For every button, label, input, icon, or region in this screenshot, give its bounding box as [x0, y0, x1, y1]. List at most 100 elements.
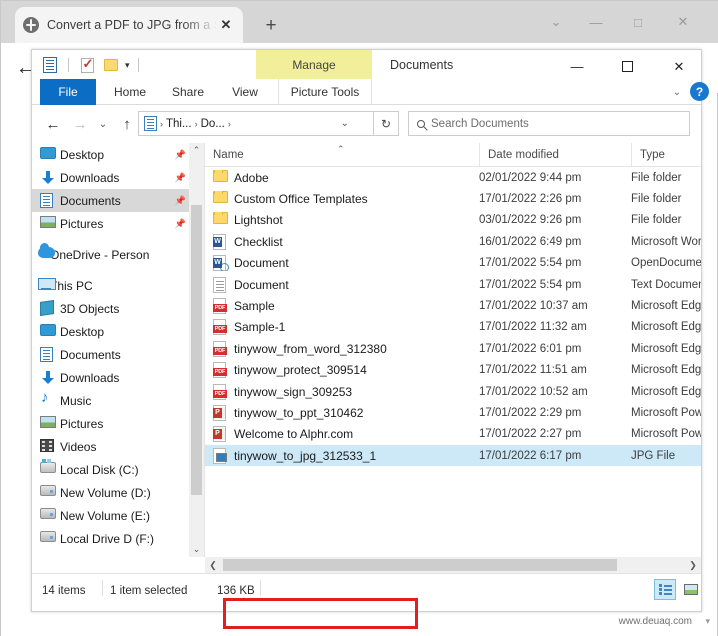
scrollbar-thumb[interactable] [191, 205, 202, 495]
up-button[interactable]: ↑ [116, 113, 138, 136]
sidebar-item-music[interactable]: Music [32, 389, 204, 412]
sidebar-item-this-pc[interactable]: This PC [32, 274, 204, 297]
tab-file[interactable]: File [40, 79, 96, 105]
table-row[interactable]: Welcome to Alphr.com 17/01/2022 2:27 pm Mi… [205, 424, 701, 445]
browser-tab-title: Convert a PDF to JPG from a Sma [47, 18, 217, 32]
checkmark-document-icon[interactable] [77, 55, 97, 75]
breadcrumb-item-0[interactable]: Thi... [166, 118, 192, 130]
column-header-name[interactable]: Name ⌃ [205, 143, 479, 167]
column-header-type[interactable]: Type [631, 143, 701, 167]
browser-tab[interactable]: Convert a PDF to JPG from a Sma ✕ [15, 7, 243, 43]
new-tab-button[interactable]: + [259, 13, 283, 37]
file-type-cell: Text Document [631, 278, 701, 291]
refresh-button[interactable]: ↻ [374, 111, 399, 136]
sidebar-item-documents[interactable]: Documents [32, 343, 204, 366]
large-icons-view-icon[interactable] [680, 579, 702, 600]
breadcrumb-item-1[interactable]: Do... [201, 118, 225, 130]
breadcrumb-separator-0: › [160, 118, 163, 129]
sidebar-item-videos[interactable]: Videos [32, 435, 204, 458]
chevron-down-icon[interactable]: ⌄ [341, 118, 349, 129]
table-row[interactable]: tinywow_to_ppt_310462 17/01/2022 2:29 pm M… [205, 402, 701, 423]
file-date-cell: 17/01/2022 11:32 am [479, 321, 587, 334]
scroll-down-icon[interactable]: ⌄ [189, 542, 204, 557]
file-name-label: Custom Office Templates [234, 192, 368, 207]
tab-share[interactable]: Share [162, 79, 214, 105]
table-row[interactable]: Sample-1 17/01/2022 11:32 am Microsoft Edg… [205, 317, 701, 338]
table-row[interactable]: Adobe 02/01/2022 9:44 pm File folder [205, 167, 701, 188]
sidebar-item-desktop[interactable]: Desktop 📌 [32, 143, 204, 166]
quick-access-toolbar: ▾ [40, 55, 143, 75]
table-row[interactable]: tinywow_protect_309514 17/01/2022 11:51 a… [205, 360, 701, 381]
pin-icon[interactable]: 📌 [175, 149, 186, 160]
contextual-tab-manage[interactable]: Manage [256, 50, 372, 79]
sidebar-item-desktop[interactable]: Desktop [32, 320, 204, 343]
table-row[interactable]: Sample 17/01/2022 10:37 am Microsoft Edge … [205, 295, 701, 316]
word-icon [213, 233, 228, 250]
maximize-button[interactable]: □ [621, 1, 655, 43]
table-row[interactable]: Lightshot 03/01/2022 9:26 pm File folder [205, 210, 701, 231]
breadcrumb[interactable]: › Thi... › Do... › ⌄ [138, 111, 374, 136]
sidebar-item-3d-objects[interactable]: 3D Objects [32, 297, 204, 320]
folder-icon [213, 169, 228, 186]
table-row[interactable]: tinywow_sign_309253 17/01/2022 10:52 am Mi… [205, 381, 701, 402]
back-button[interactable]: ← [42, 113, 64, 136]
document-properties-icon[interactable] [40, 55, 60, 75]
tab-picture-tools[interactable]: Picture Tools [278, 79, 372, 105]
file-date-cell: 17/01/2022 2:29 pm [479, 406, 582, 419]
sidebar-item-downloads[interactable]: Downloads 📌 [32, 166, 204, 189]
pin-icon[interactable]: 📌 [175, 218, 186, 229]
scroll-left-icon[interactable]: ❮ [205, 557, 221, 573]
table-row[interactable]: Document 17/01/2022 5:54 pm OpenDocument T [205, 253, 701, 274]
close-button[interactable]: ✕ [663, 1, 703, 43]
help-icon[interactable]: ? [690, 82, 709, 101]
horizontal-scrollbar[interactable]: ❮ ❯ [205, 557, 701, 573]
pdf-icon [213, 340, 228, 357]
chevron-down-icon[interactable]: ▾ [125, 60, 130, 71]
chevron-down-icon[interactable]: ⌄ [668, 83, 686, 101]
status-divider [102, 580, 103, 596]
file-date-cell: 17/01/2022 10:37 am [479, 300, 588, 313]
scroll-up-icon[interactable]: ⌃ [189, 143, 204, 158]
file-type-cell: Microsoft PowerP [631, 406, 701, 419]
pin-icon[interactable]: 📌 [175, 172, 186, 183]
sidebar-item-documents[interactable]: Documents 📌 [32, 189, 204, 212]
sidebar-item-local-drive-d-f[interactable]: Local Drive D (F:) [32, 527, 204, 550]
disk-icon [40, 507, 56, 524]
column-headers: Name ⌃ Date modified Type [205, 143, 701, 167]
new-folder-icon[interactable] [101, 55, 121, 75]
table-row[interactable]: Checklist 16/01/2022 6:49 pm Microsoft Wor… [205, 231, 701, 252]
sidebar-item-local-disk-c[interactable]: Local Disk (C:) [32, 458, 204, 481]
search-input[interactable]: Search Documents [408, 111, 690, 136]
recent-locations-icon[interactable]: ⌄ [94, 113, 112, 136]
chevron-down-icon[interactable]: ⌄ [539, 1, 573, 43]
details-view-icon[interactable] [654, 579, 676, 600]
tab-view[interactable]: View [220, 79, 270, 105]
sidebar-item-onedrive-person[interactable]: OneDrive - Person [32, 242, 204, 266]
horizontal-scrollbar-thumb[interactable] [223, 559, 617, 571]
minimize-button[interactable]: — [579, 1, 613, 43]
scroll-right-icon[interactable]: ❯ [685, 557, 701, 573]
column-header-date[interactable]: Date modified [479, 143, 631, 167]
tab-home[interactable]: Home [104, 79, 156, 105]
file-name-cell: tinywow_sign_309253 [205, 383, 479, 400]
sidebar-item-label: Desktop [60, 147, 105, 162]
sidebar-item-new-volume-d[interactable]: New Volume (D:) [32, 481, 204, 504]
table-row[interactable]: Custom Office Templates 17/01/2022 2:26 p… [205, 188, 701, 209]
sidebar-item-label: Documents [60, 193, 121, 208]
sidebar-item-downloads[interactable]: Downloads [32, 366, 204, 389]
table-row[interactable]: Document 17/01/2022 5:54 pm Text Document [205, 274, 701, 295]
sidebar-item-label: New Volume (D:) [60, 485, 151, 500]
pdf-icon [213, 319, 228, 336]
pin-icon[interactable]: 📌 [175, 195, 186, 206]
ribbon-tab-bar: File Home Share View Picture Tools ⌄ ? [32, 79, 709, 105]
table-row[interactable]: tinywow_to_jpg_312533_1 17/01/2022 6:17 p… [205, 445, 701, 467]
sidebar-item-pictures[interactable]: Pictures [32, 412, 204, 435]
desktop-icon [40, 323, 56, 340]
table-row[interactable]: tinywow_from_word_312380 17/01/2022 6:01 … [205, 338, 701, 359]
file-date-cell: 17/01/2022 2:27 pm [479, 428, 582, 441]
sidebar-item-pictures[interactable]: Pictures 📌 [32, 212, 204, 235]
sidebar-item-new-volume-e[interactable]: New Volume (E:) [32, 504, 204, 527]
close-icon[interactable]: ✕ [217, 16, 235, 34]
navigation-scrollbar[interactable]: ⌃ ⌄ [189, 143, 204, 557]
pictures-icon [40, 415, 56, 432]
